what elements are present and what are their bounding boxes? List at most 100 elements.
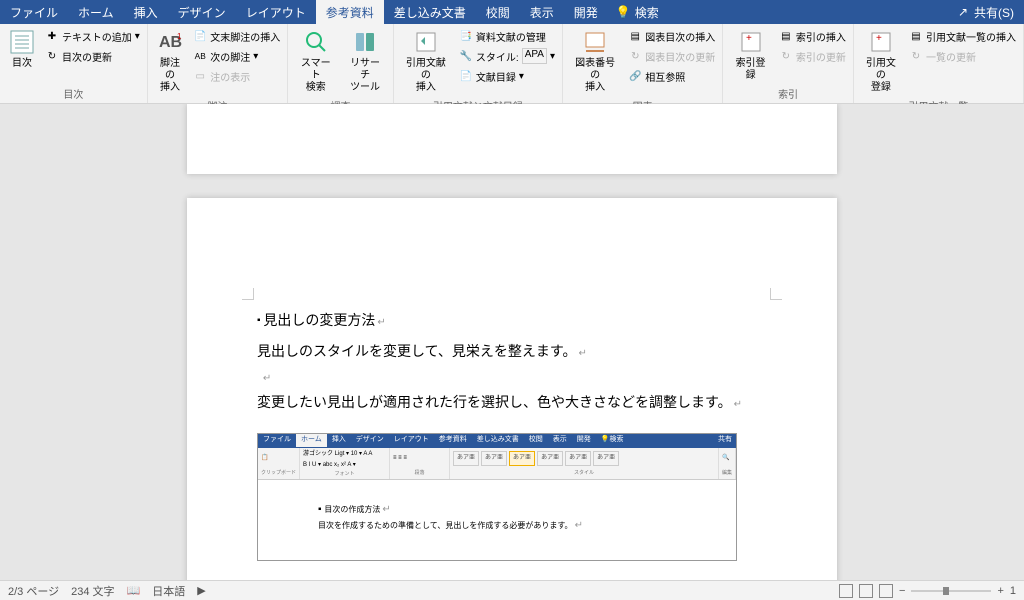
- search-label: 検索: [635, 4, 659, 21]
- tab-developer[interactable]: 開発: [564, 0, 608, 24]
- citation-icon: [412, 28, 440, 56]
- insert-toa-button[interactable]: ▤引用文献一覧の挿入: [906, 26, 1019, 46]
- emb-search: 💡検索: [596, 434, 629, 447]
- insert-index-icon: ▤: [779, 29, 793, 43]
- insert-tof-button[interactable]: ▤図表目次の挿入: [625, 26, 718, 46]
- emb-styles-lbl: スタイル: [453, 469, 715, 478]
- group-authorities: + 引用文の 登録 ▤引用文献一覧の挿入 ↻一覧の更新 引用文献一覧: [854, 24, 1024, 103]
- emb-tab-mailings: 差し込み文書: [472, 434, 524, 447]
- emb-edit: 編集: [722, 469, 732, 478]
- embedded-doc: 目次の作成方法 目次を作成するための準備として、見出しを作成する必要があります。: [258, 480, 736, 560]
- emb-tab-design: デザイン: [351, 434, 389, 447]
- print-layout-icon[interactable]: [859, 584, 873, 598]
- next-footnote-icon: AB: [193, 49, 207, 63]
- zoom-in-button[interactable]: +: [997, 585, 1003, 597]
- insert-footnote-button[interactable]: AB1 脚注の 挿入: [152, 26, 188, 96]
- style-lbl: スタイル:: [476, 49, 519, 64]
- insert-index-button[interactable]: ▤索引の挿入: [776, 26, 849, 46]
- emb-font: フォント: [303, 470, 386, 479]
- lightbulb-icon: 💡: [616, 5, 631, 19]
- read-mode-icon[interactable]: [839, 584, 853, 598]
- status-bar: 2/3 ページ 234 文字 📖 日本語 ▶ − + 1: [0, 580, 1024, 600]
- style-icon: 🔧: [459, 49, 473, 63]
- xref-label: 相互参照: [645, 69, 685, 84]
- update-index-button: ↻索引の更新: [776, 46, 849, 66]
- update-toa-button: ↻一覧の更新: [906, 46, 1019, 66]
- doc-empty-line[interactable]: [257, 364, 767, 389]
- style-value[interactable]: APA: [522, 48, 547, 64]
- update-toc-button[interactable]: ↻目次の更新: [42, 46, 143, 66]
- page-2[interactable]: 見出しの変更方法 見出しのスタイルを変更して、見栄えを整えます。 変更したい見出…: [187, 198, 837, 580]
- toa-label: 引用文献一覧の挿入: [926, 29, 1016, 44]
- ribbon-tabs: ファイル ホーム 挿入 デザイン レイアウト 参考資料 差し込み文書 校閲 表示…: [0, 0, 667, 24]
- status-lang[interactable]: 日本語: [152, 583, 185, 599]
- bibliography-button[interactable]: 📄文献目録 ▾: [456, 66, 558, 86]
- emb-share: 共有: [714, 434, 736, 447]
- status-words[interactable]: 234 文字: [71, 583, 114, 599]
- doc-line-1[interactable]: 見出しのスタイルを変更して、見栄えを整えます。: [257, 339, 767, 364]
- add-text-icon: ✚: [45, 29, 59, 43]
- doc-heading[interactable]: 見出しの変更方法: [257, 308, 767, 333]
- endnote-icon: 📄: [193, 29, 207, 43]
- macro-icon[interactable]: ▶: [197, 584, 205, 597]
- emb-tab-insert: 挿入: [327, 434, 351, 447]
- svg-text:+: +: [746, 33, 752, 44]
- citation-style-select[interactable]: 🔧スタイル: APA ▾: [456, 46, 558, 66]
- research-tools-button[interactable]: リサーチ ツール: [341, 26, 388, 96]
- tab-layout[interactable]: レイアウト: [236, 0, 316, 24]
- manage-sources-label: 資料文献の管理: [476, 29, 546, 44]
- next-footnote-button[interactable]: AB次の脚注 ▾: [190, 46, 283, 66]
- emb-search-label: 検索: [610, 436, 624, 443]
- insert-caption-button[interactable]: 図表番号の 挿入: [567, 26, 623, 96]
- tab-insert[interactable]: 挿入: [124, 0, 168, 24]
- insert-citation-button[interactable]: 引用文献の 挿入: [398, 26, 454, 96]
- web-layout-icon[interactable]: [879, 584, 893, 598]
- zoom-value[interactable]: 1: [1010, 585, 1016, 597]
- svg-text:+: +: [876, 33, 882, 44]
- document-area[interactable]: 見出しの変更方法 見出しのスタイルを変更して、見栄えを整えます。 変更したい見出…: [0, 104, 1024, 580]
- document-content[interactable]: 見出しの変更方法 見出しのスタイルを変更して、見栄えを整えます。 変更したい見出…: [257, 308, 767, 561]
- authorities-label: 引用文の 登録: [862, 58, 900, 94]
- tab-file[interactable]: ファイル: [0, 0, 68, 24]
- emb-style-2: あア亜: [509, 451, 535, 466]
- toc-button[interactable]: 目次: [4, 26, 40, 72]
- status-page[interactable]: 2/3 ページ: [8, 583, 59, 599]
- toa-icon: ▤: [909, 29, 923, 43]
- tof-icon: ▤: [628, 29, 642, 43]
- show-notes-icon: ▭: [193, 69, 207, 83]
- tell-me-search[interactable]: 💡 検索: [608, 0, 667, 24]
- zoom-out-button[interactable]: −: [899, 585, 905, 597]
- share-button[interactable]: 共有(S): [974, 4, 1014, 21]
- research-icon: [351, 28, 379, 56]
- svg-text:1: 1: [177, 32, 182, 41]
- doc-line-2[interactable]: 変更したい見出しが適用された行を選択し、色や大きさなどを調整します。: [257, 390, 767, 415]
- emb-style-1: あア亜: [481, 451, 507, 466]
- tab-review[interactable]: 校閲: [476, 0, 520, 24]
- add-text-button[interactable]: ✚テキストの追加 ▾: [42, 26, 143, 46]
- tab-references[interactable]: 参考資料: [316, 0, 384, 24]
- group-index: + 索引登録 ▤索引の挿入 ↻索引の更新 索引: [723, 24, 854, 103]
- insert-endnote-button[interactable]: 📄文末脚注の挿入: [190, 26, 283, 46]
- mark-citation-button[interactable]: + 引用文の 登録: [858, 26, 904, 96]
- smart-lookup-button[interactable]: スマート 検索: [292, 26, 339, 96]
- cross-reference-button[interactable]: 🔗相互参照: [625, 66, 718, 86]
- embedded-screenshot: ファイル ホーム 挿入 デザイン レイアウト 参考資料 差し込み文書 校閲 表示…: [257, 433, 737, 561]
- tab-mailings[interactable]: 差し込み文書: [384, 0, 476, 24]
- manage-sources-button[interactable]: 📑資料文献の管理: [456, 26, 558, 46]
- zoom-slider[interactable]: [911, 590, 991, 592]
- mark-index-button[interactable]: + 索引登録: [727, 26, 774, 84]
- update-toa-icon: ↻: [909, 49, 923, 63]
- footnote-icon: AB1: [156, 28, 184, 56]
- tab-home[interactable]: ホーム: [68, 0, 124, 24]
- update-index-icon: ↻: [779, 49, 793, 63]
- page-1-bottom: [187, 104, 837, 174]
- update-index-label: 索引の更新: [796, 49, 846, 64]
- show-notes-button: ▭注の表示: [190, 66, 283, 86]
- toc-label: 目次: [12, 58, 32, 70]
- spellcheck-icon[interactable]: 📖: [127, 584, 141, 597]
- group-citation: 引用文献の 挿入 📑資料文献の管理 🔧スタイル: APA ▾ 📄文献目録 ▾ 引…: [394, 24, 563, 103]
- title-bar: ファイル ホーム 挿入 デザイン レイアウト 参考資料 差し込み文書 校閲 表示…: [0, 0, 1024, 24]
- tab-view[interactable]: 表示: [520, 0, 564, 24]
- insert-index-label: 索引の挿入: [796, 29, 846, 44]
- tab-design[interactable]: デザイン: [168, 0, 236, 24]
